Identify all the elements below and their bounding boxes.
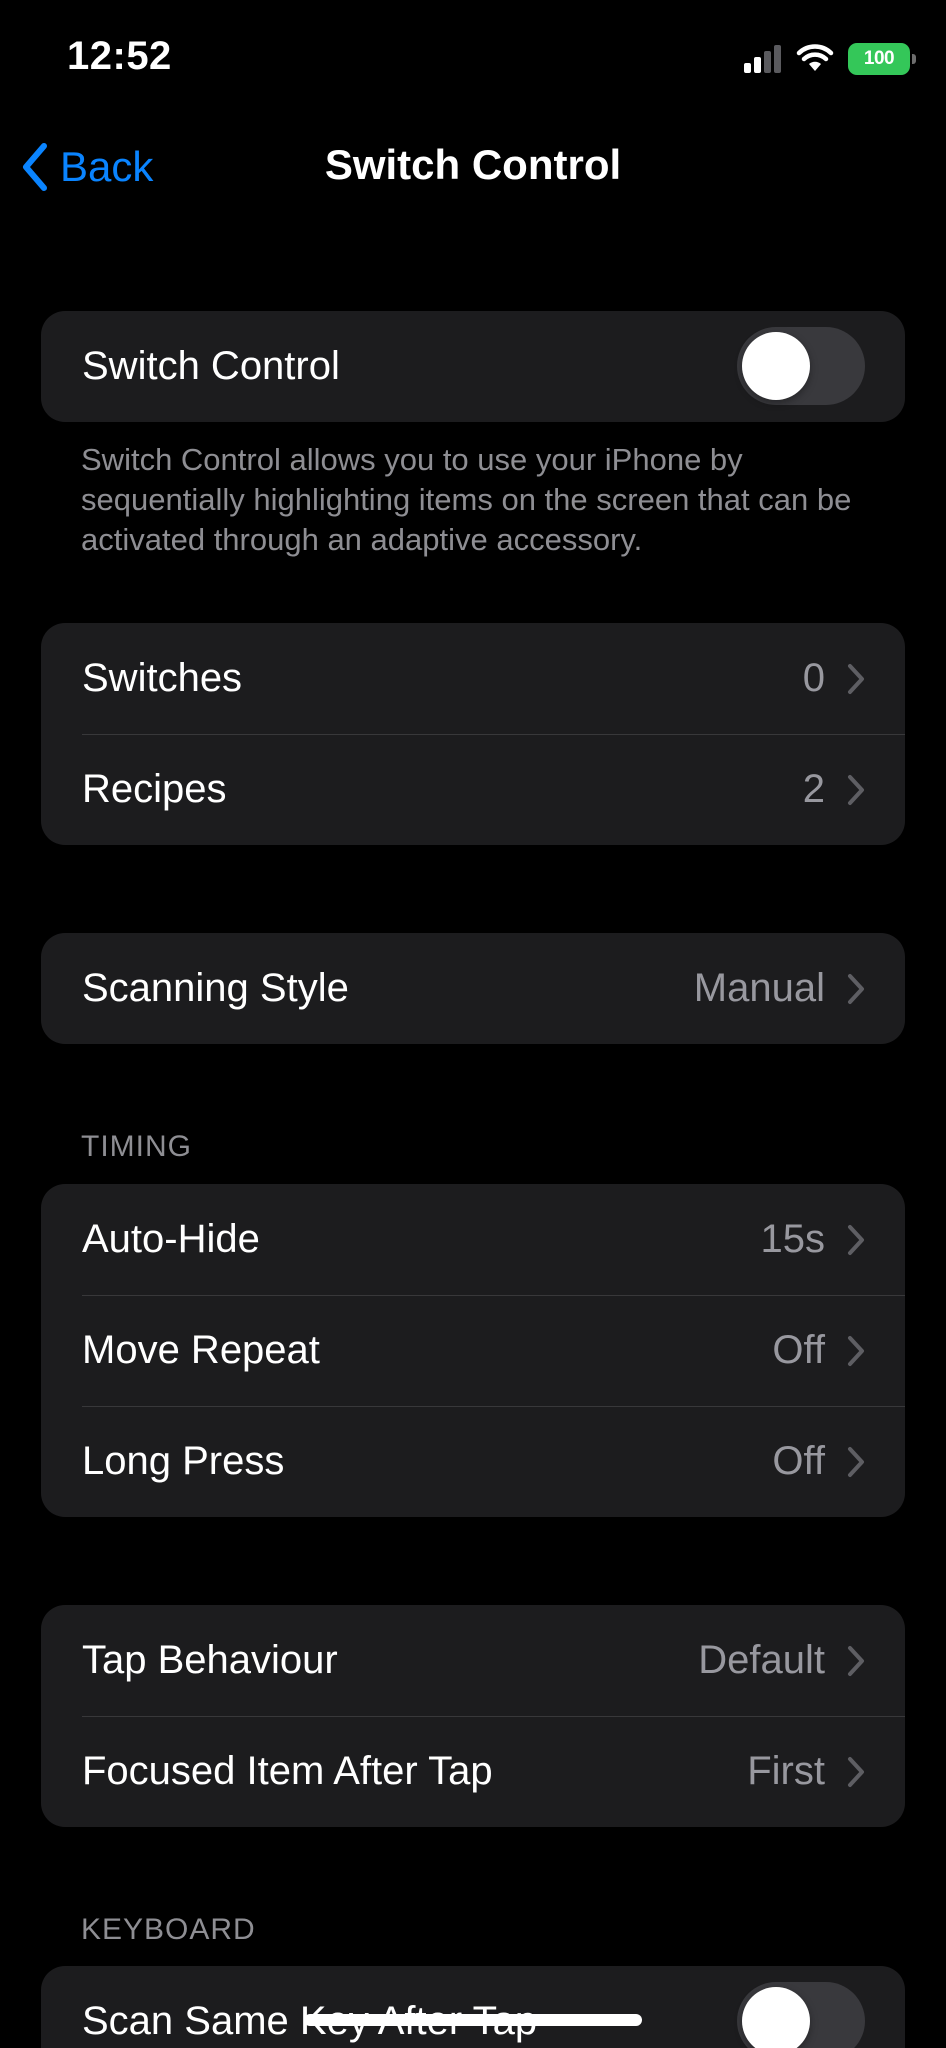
- chevron-right-icon: [848, 1756, 864, 1787]
- focused-item-after-tap-value: First: [747, 1749, 825, 1793]
- chevron-right-icon: [848, 774, 864, 805]
- chevron-right-icon: [848, 1645, 864, 1676]
- recipes-row[interactable]: Recipes 2: [41, 734, 905, 845]
- switch-control-description: Switch Control allows you to use your iP…: [81, 442, 852, 557]
- chevron-right-icon: [848, 663, 864, 694]
- chevron-right-icon: [848, 1446, 864, 1477]
- chevron-right-icon: [848, 1335, 864, 1366]
- switch-control-group: Switch Control: [41, 311, 905, 422]
- status-bar: 12:52 100: [0, 0, 946, 110]
- switches-value: 0: [802, 656, 825, 700]
- scanning-style-value: Manual: [693, 966, 825, 1010]
- switches-group: Switches 0 Recipes 2: [41, 623, 905, 845]
- chevron-right-icon: [848, 1224, 864, 1255]
- scan-same-key-toggle[interactable]: [737, 1982, 865, 2048]
- scan-same-key-row: Scan Same Key After Tap: [41, 1966, 905, 2048]
- toggle-knob: [742, 332, 810, 400]
- auto-hide-label: Auto-Hide: [82, 1217, 260, 1261]
- signal-icon: [744, 45, 781, 73]
- battery-level: 100: [863, 48, 895, 69]
- recipes-value: 2: [802, 767, 825, 811]
- scanning-style-row[interactable]: Scanning Style Manual: [41, 933, 905, 1044]
- switch-control-row: Switch Control: [41, 311, 905, 422]
- tap-behaviour-value: Default: [698, 1638, 825, 1682]
- move-repeat-value: Off: [772, 1328, 825, 1372]
- battery-charging-icon: 100: [848, 43, 916, 75]
- tap-behaviour-row[interactable]: Tap Behaviour Default: [41, 1605, 905, 1716]
- focused-item-after-tap-label: Focused Item After Tap: [82, 1749, 493, 1793]
- auto-hide-row[interactable]: Auto-Hide 15s: [41, 1184, 905, 1295]
- keyboard-section-header: KEYBOARD: [81, 1913, 256, 1946]
- battery-cap: [912, 54, 916, 64]
- long-press-row[interactable]: Long Press Off: [41, 1406, 905, 1517]
- navigation-bar: Back Switch Control: [0, 125, 946, 209]
- keyboard-group: Scan Same Key After Tap: [41, 1966, 905, 2048]
- wifi-icon: [796, 44, 834, 71]
- timing-group: Auto-Hide 15s Move Repeat Off Long Press…: [41, 1184, 905, 1517]
- toggle-knob: [742, 1987, 810, 2048]
- auto-hide-value: 15s: [760, 1217, 826, 1261]
- tap-group: Tap Behaviour Default Focused Item After…: [41, 1605, 905, 1827]
- switches-row[interactable]: Switches 0: [41, 623, 905, 734]
- move-repeat-row[interactable]: Move Repeat Off: [41, 1295, 905, 1406]
- focused-item-after-tap-row[interactable]: Focused Item After Tap First: [41, 1716, 905, 1827]
- scanning-style-label: Scanning Style: [82, 966, 349, 1010]
- chevron-right-icon: [848, 973, 864, 1004]
- long-press-label: Long Press: [82, 1439, 285, 1483]
- scanning-style-group: Scanning Style Manual: [41, 933, 905, 1044]
- home-indicator: [304, 2014, 642, 2026]
- long-press-value: Off: [772, 1439, 825, 1483]
- move-repeat-label: Move Repeat: [82, 1328, 320, 1372]
- recipes-label: Recipes: [82, 767, 227, 811]
- page-title: Switch Control: [324, 141, 622, 188]
- tap-behaviour-label: Tap Behaviour: [82, 1638, 338, 1682]
- status-time: 12:52: [67, 34, 172, 78]
- switch-control-toggle[interactable]: [737, 327, 865, 405]
- status-icons: 100: [744, 42, 916, 76]
- switches-label: Switches: [82, 656, 243, 700]
- timing-section-header: TIMING: [81, 1130, 192, 1163]
